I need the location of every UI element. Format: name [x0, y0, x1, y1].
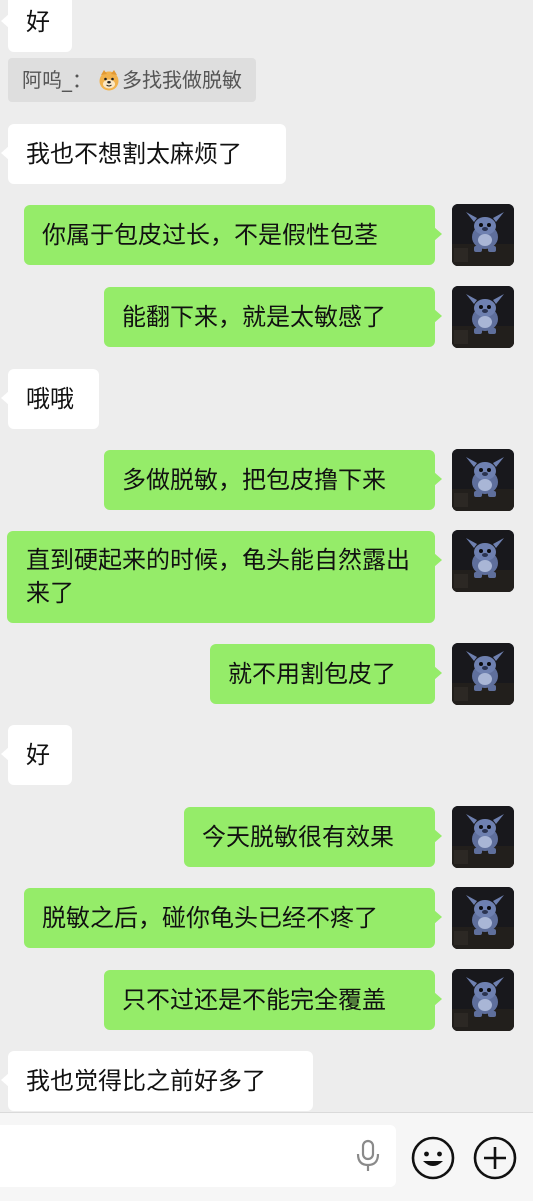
message-incoming[interactable]: 哦哦 — [1, 369, 99, 429]
message-incoming[interactable]: 我也不想割太麻烦了 — [1, 124, 286, 184]
chat-message-list[interactable]: 好 阿呜_： 多找我做脱敏 我也不想割太麻烦了 你属于包皮过长，不是假性包茎 能… — [0, 0, 533, 1112]
message-text: 多做脱敏，把包皮撸下来 — [122, 466, 386, 494]
avatar-image — [452, 204, 514, 266]
message-text: 你属于包皮过长，不是假性包茎 — [42, 221, 378, 249]
message-outgoing[interactable]: 今天脱敏很有效果 — [184, 807, 442, 867]
message-outgoing[interactable]: 你属于包皮过长，不是假性包茎 — [24, 205, 442, 265]
message-outgoing[interactable]: 只不过还是不能完全覆盖 — [104, 970, 442, 1030]
message-text: 好 — [26, 741, 50, 769]
message-text: 就不用割包皮了 — [228, 660, 396, 688]
avatar[interactable] — [452, 887, 514, 949]
avatar[interactable] — [452, 449, 514, 511]
message-text: 哦哦 — [26, 385, 74, 413]
message-text: 我也不想割太麻烦了 — [26, 140, 242, 168]
avatar-image — [452, 449, 514, 511]
quote-text: 多找我做脱敏 — [122, 68, 242, 92]
quote-author: 阿呜_： — [22, 68, 92, 92]
message-input[interactable] — [0, 1125, 396, 1187]
message-incoming[interactable]: 好 — [1, 0, 72, 52]
message-outgoing[interactable]: 脱敏之后，碰你龟头已经不疼了 — [24, 888, 442, 948]
avatar-image — [452, 806, 514, 868]
avatar-image — [452, 887, 514, 949]
avatar-image — [452, 530, 514, 592]
avatar[interactable] — [452, 643, 514, 705]
avatar[interactable] — [452, 286, 514, 348]
avatar-image — [452, 643, 514, 705]
avatar-image — [452, 969, 514, 1031]
message-text: 脱敏之后，碰你龟头已经不疼了 — [42, 904, 378, 932]
message-text: 只不过还是不能完全覆盖 — [122, 986, 386, 1014]
doge-emoji-icon — [99, 70, 119, 91]
message-incoming[interactable]: 我也觉得比之前好多了 — [1, 1051, 313, 1111]
avatar[interactable] — [452, 969, 514, 1031]
avatar-image — [452, 286, 514, 348]
microphone-icon[interactable] — [352, 1138, 384, 1174]
message-incoming[interactable]: 好 — [1, 725, 72, 785]
smiley-icon[interactable] — [410, 1135, 456, 1181]
message-text: 我也觉得比之前好多了 — [26, 1067, 266, 1095]
plus-icon[interactable] — [472, 1135, 518, 1181]
quoted-message[interactable]: 阿呜_： 多找我做脱敏 — [8, 58, 256, 102]
message-outgoing[interactable]: 直到硬起来的时候，龟头能自然露出来了 — [7, 531, 442, 623]
message-outgoing[interactable]: 就不用割包皮了 — [210, 644, 442, 704]
message-text: 能翻下来，就是太敏感了 — [122, 303, 386, 331]
message-outgoing[interactable]: 多做脱敏，把包皮撸下来 — [104, 450, 442, 510]
message-outgoing[interactable]: 能翻下来，就是太敏感了 — [104, 287, 442, 347]
avatar[interactable] — [452, 530, 514, 592]
message-text: 直到硬起来的时候，龟头能自然露出来了 — [26, 546, 410, 607]
message-text: 今天脱敏很有效果 — [202, 823, 394, 851]
avatar[interactable] — [452, 204, 514, 266]
avatar[interactable] — [452, 806, 514, 868]
message-text: 好 — [26, 8, 50, 36]
input-bar — [0, 1112, 533, 1201]
